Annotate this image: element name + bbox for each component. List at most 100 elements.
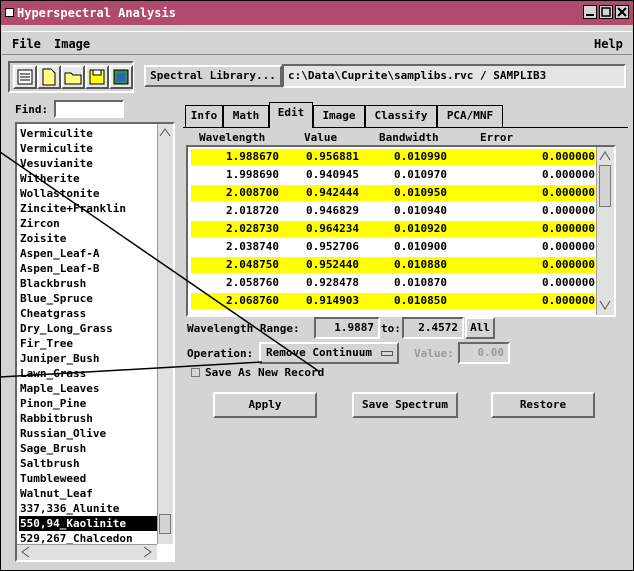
list-item[interactable]: Russian_Olive [19, 426, 157, 441]
table-row[interactable]: 2.058760 0.928478 0.010870 0.000000 [191, 275, 595, 291]
scroll-up-icon[interactable] [158, 125, 172, 139]
table-row[interactable]: 2.008700 0.942444 0.010950 0.000000 [191, 185, 595, 201]
cell-value[interactable]: 0.946829 [287, 203, 359, 219]
list-item[interactable]: Walnut_Leaf [19, 486, 157, 501]
list-item[interactable]: Cheatgrass [19, 306, 157, 321]
spectral-library-button[interactable]: Spectral Library... [144, 65, 282, 87]
list-item[interactable]: Witherite [19, 171, 157, 186]
menu-help[interactable]: Help [594, 37, 623, 51]
minimize-button[interactable] [583, 5, 597, 19]
cell-value[interactable]: 0.940945 [287, 167, 359, 183]
table-scroll-down-icon[interactable] [597, 297, 613, 313]
tab-info[interactable]: Info [185, 105, 223, 127]
library-list[interactable]: Vermiculite Vermiculite Vesuvianite Witheri… [15, 122, 175, 562]
cell-bandwidth[interactable]: 0.010920 [369, 221, 447, 237]
find-input[interactable] [54, 100, 124, 118]
tab-pca-mnf[interactable]: PCA/MNF [437, 105, 503, 127]
library-list-scroll-thumb[interactable] [159, 514, 171, 534]
cell-value[interactable]: 0.942444 [287, 185, 359, 201]
cell-wavelength[interactable]: 2.038740 [199, 239, 279, 255]
title-bar[interactable]: Hyperspectral Analysis [1, 1, 633, 25]
table-row[interactable]: 1.988670 0.956881 0.010990 0.000000 [191, 149, 595, 165]
maximize-button[interactable] [599, 5, 613, 19]
image-button[interactable] [109, 65, 133, 89]
list-item[interactable]: Zircon [19, 216, 157, 231]
tab-image[interactable]: Image [313, 105, 365, 127]
cell-wavelength[interactable]: 1.998690 [199, 167, 279, 183]
spectrum-table[interactable]: 1.988670 0.956881 0.010990 0.000000 1.998690… [186, 145, 616, 317]
list-item[interactable]: Lawn_Grass [19, 366, 157, 381]
save-as-new-record-checkbox[interactable] [191, 368, 200, 377]
list-item[interactable]: Aspen_Leaf-A [19, 246, 157, 261]
cell-error[interactable]: 0.000000 [505, 293, 595, 309]
list-item[interactable]: Zoisite [19, 231, 157, 246]
list-item[interactable]: Wollastonite [19, 186, 157, 201]
spectrum-table-scrollbar[interactable] [596, 147, 614, 315]
cell-bandwidth[interactable]: 0.010870 [369, 275, 447, 291]
table-row[interactable]: 1.998690 0.940945 0.010970 0.000000 [191, 167, 595, 183]
tab-edit[interactable]: Edit [269, 102, 313, 128]
list-item[interactable]: Pinon_Pine [19, 396, 157, 411]
new-file-button[interactable] [37, 65, 61, 89]
menu-file[interactable]: File [12, 37, 41, 51]
cell-wavelength[interactable]: 2.028730 [199, 221, 279, 237]
cell-bandwidth[interactable]: 0.010950 [369, 185, 447, 201]
list-item[interactable]: Blackbrush [19, 276, 157, 291]
cell-wavelength[interactable]: 2.008700 [199, 185, 279, 201]
scroll-right-icon[interactable] [141, 545, 155, 559]
apply-button[interactable]: Apply [213, 392, 317, 418]
table-row[interactable]: 2.018720 0.946829 0.010940 0.000000 [191, 203, 595, 219]
table-row[interactable]: 2.068760 0.914903 0.010850 0.000000 [191, 293, 595, 309]
cell-wavelength[interactable]: 2.018720 [199, 203, 279, 219]
open-folder-button[interactable] [61, 65, 85, 89]
list-item[interactable]: Vermiculite [19, 126, 157, 141]
list-item[interactable]: Rabbitbrush [19, 411, 157, 426]
cell-value[interactable]: 0.952440 [287, 257, 359, 273]
cell-value[interactable]: 0.914903 [287, 293, 359, 309]
list-item[interactable]: Vermiculite [19, 141, 157, 156]
cell-bandwidth[interactable]: 0.010990 [369, 149, 447, 165]
list-item[interactable]: Tumbleweed [19, 471, 157, 486]
cell-wavelength[interactable]: 2.058760 [199, 275, 279, 291]
range-from-field[interactable]: 1.9887 [314, 317, 380, 339]
list-item[interactable]: Vesuvianite [19, 156, 157, 171]
table-row[interactable]: 2.028730 0.964234 0.010920 0.000000 [191, 221, 595, 237]
restore-button[interactable]: Restore [491, 392, 595, 418]
list-item[interactable]: 550,94_Kaolinite [19, 516, 157, 531]
library-list-vertical-scrollbar[interactable] [157, 124, 173, 544]
cell-error[interactable]: 0.000000 [505, 167, 595, 183]
list-item[interactable]: Sage_Brush [19, 441, 157, 456]
table-scroll-up-icon[interactable] [597, 148, 613, 164]
table-scroll-thumb[interactable] [599, 165, 611, 207]
cell-error[interactable]: 0.000000 [505, 239, 595, 255]
menu-image[interactable]: Image [54, 37, 90, 51]
list-item[interactable]: Maple_Leaves [19, 381, 157, 396]
tab-math[interactable]: Math [223, 105, 269, 127]
cell-value[interactable]: 0.928478 [287, 275, 359, 291]
cell-error[interactable]: 0.000000 [505, 257, 595, 273]
cell-bandwidth[interactable]: 0.010970 [369, 167, 447, 183]
cell-value[interactable]: 0.952706 [287, 239, 359, 255]
save-button[interactable] [85, 65, 109, 89]
table-row[interactable]: 2.038740 0.952706 0.010900 0.000000 [191, 239, 595, 255]
list-item[interactable]: Juniper_Bush [19, 351, 157, 366]
cell-error[interactable]: 0.000000 [505, 203, 595, 219]
range-to-field[interactable]: 2.4572 [402, 317, 464, 339]
open-file-button[interactable] [13, 65, 37, 89]
list-item[interactable]: Fir_Tree [19, 336, 157, 351]
list-item[interactable]: Saltbrush [19, 456, 157, 471]
cell-error[interactable]: 0.000000 [505, 275, 595, 291]
cell-error[interactable]: 0.000000 [505, 221, 595, 237]
window-menu-icon[interactable] [5, 8, 14, 17]
list-item[interactable]: Blue_Spruce [19, 291, 157, 306]
list-item[interactable]: 337,336_Alunite [19, 501, 157, 516]
close-button[interactable] [615, 5, 629, 19]
table-row[interactable]: 2.048750 0.952440 0.010880 0.000000 [191, 257, 595, 273]
all-button[interactable]: All [465, 317, 495, 339]
list-item[interactable]: Dry_Long_Grass [19, 321, 157, 336]
cell-value[interactable]: 0.956881 [287, 149, 359, 165]
operation-dropdown[interactable]: Remove Continuum [259, 342, 399, 364]
cell-wavelength[interactable]: 2.068760 [199, 293, 279, 309]
cell-error[interactable]: 0.000000 [505, 149, 595, 165]
save-spectrum-button[interactable]: Save Spectrum [352, 392, 458, 418]
